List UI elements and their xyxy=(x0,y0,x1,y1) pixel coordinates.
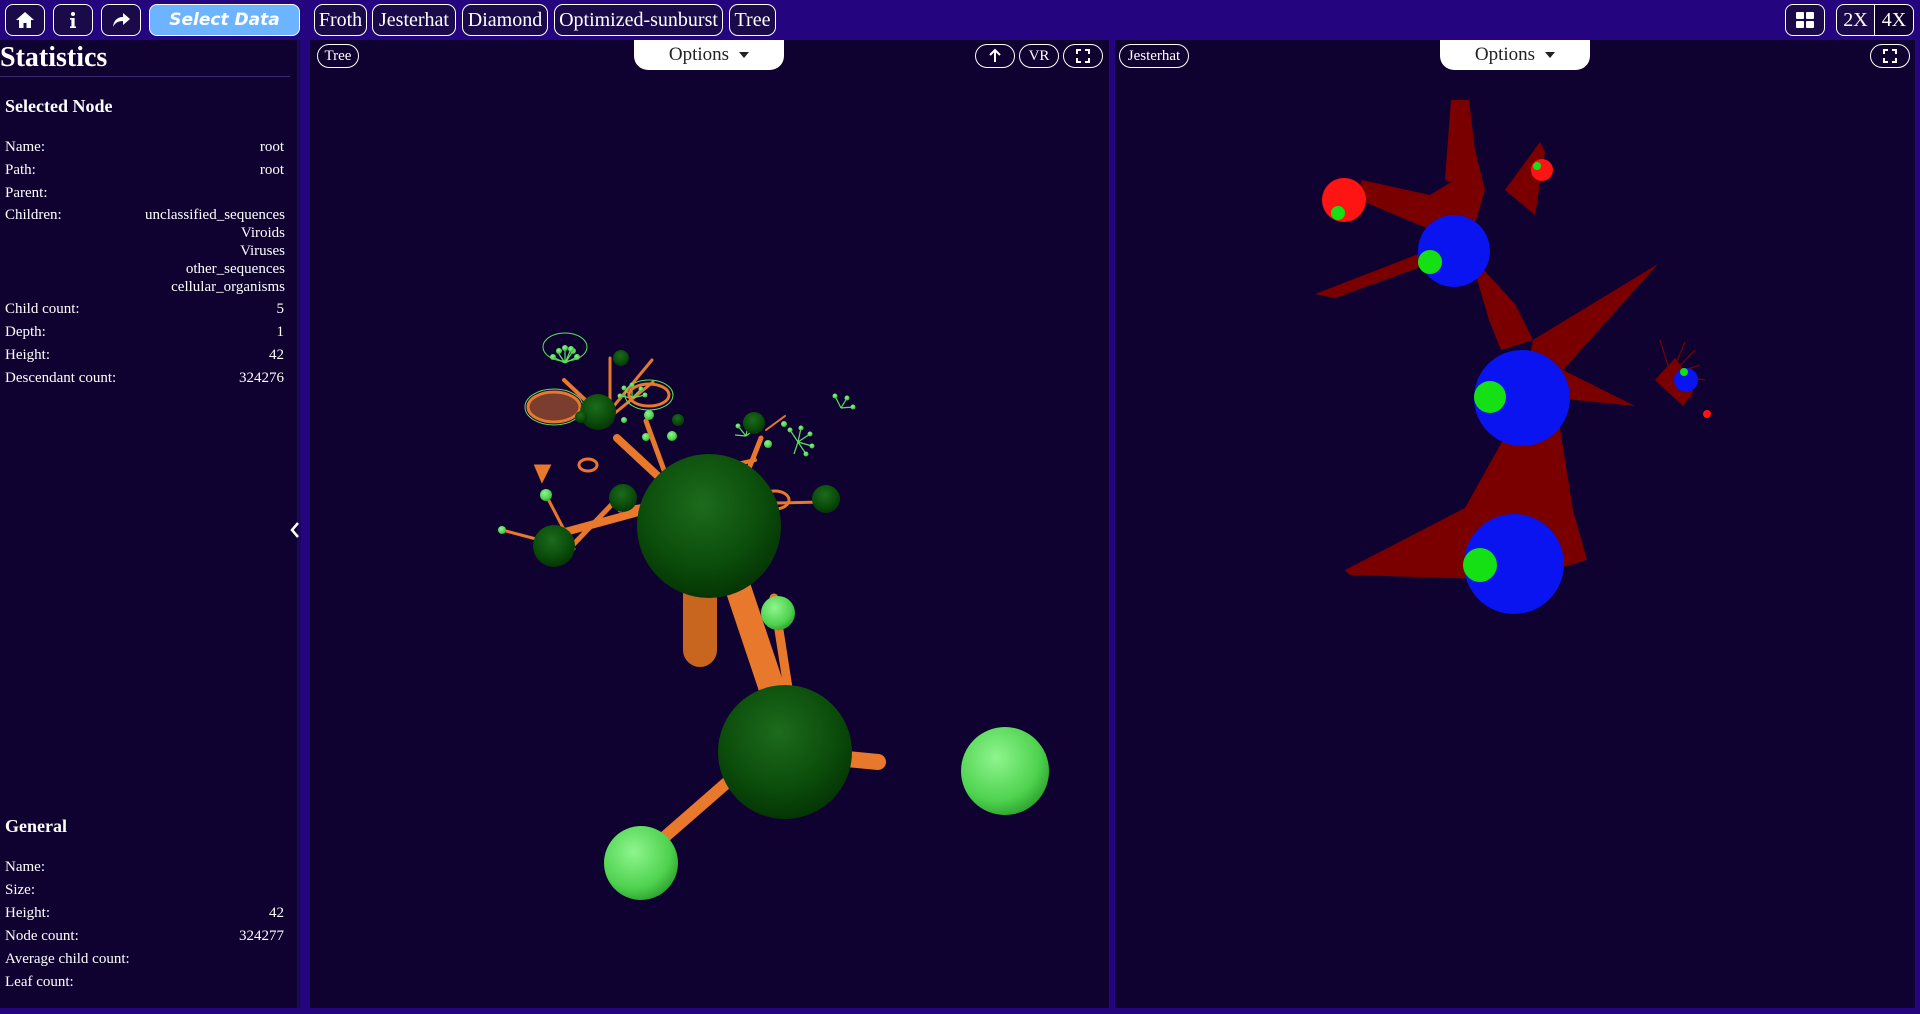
vr-button[interactable]: VR xyxy=(1019,44,1059,68)
options-dropdown[interactable]: Options xyxy=(634,40,784,70)
statistics-sidebar: Statistics Selected Node Name: root Path… xyxy=(0,40,301,1008)
info-button[interactable] xyxy=(53,4,93,36)
share-button[interactable] xyxy=(101,4,141,36)
field-value: 324277 xyxy=(239,928,284,944)
field-label: Name: xyxy=(5,139,45,155)
view-tree-button[interactable]: Tree xyxy=(729,4,776,36)
child-count-row: Child count: 5 xyxy=(5,300,284,318)
statistics-title: Statistics xyxy=(0,42,290,77)
field-value: 42 xyxy=(269,347,284,363)
zoom-4x-button[interactable]: 4X xyxy=(1874,4,1914,36)
child-item[interactable]: cellular_organisms xyxy=(145,278,285,296)
share-icon xyxy=(111,10,131,30)
child-item[interactable]: Viroids xyxy=(145,224,285,242)
tree-view-panel[interactable]: Tree Options VR xyxy=(310,40,1109,1008)
field-label: Path: xyxy=(5,162,36,178)
view-tag-jesterhat: Jesterhat xyxy=(1119,44,1189,68)
jesterhat-visualization[interactable] xyxy=(1115,40,1915,1008)
options-label: Options xyxy=(668,44,730,65)
field-value: 42 xyxy=(269,905,284,921)
caret-down-icon xyxy=(739,52,750,58)
view-optimized-sunburst-button[interactable]: Optimized-sunburst xyxy=(554,4,723,36)
field-label: Average child count: xyxy=(5,951,130,967)
field-label: Children: xyxy=(5,207,62,223)
field-label: Child count: xyxy=(5,301,80,317)
field-value: 324276 xyxy=(239,370,284,386)
general-size-row: Size: xyxy=(5,881,284,899)
arrow-up-icon xyxy=(987,48,1003,64)
depth-row: Depth: 1 xyxy=(5,323,284,341)
selected-path-row: Path: root xyxy=(5,161,284,179)
options-dropdown[interactable]: Options xyxy=(1440,40,1590,70)
view-tag-tree: Tree xyxy=(317,44,359,68)
child-item[interactable]: Viruses xyxy=(145,242,285,260)
options-label: Options xyxy=(1474,44,1536,65)
general-avg-child-row: Average child count: xyxy=(5,950,284,968)
grid-layout-icon xyxy=(1795,10,1815,30)
field-label: Leaf count: xyxy=(5,974,74,990)
general-heading: General xyxy=(5,816,67,836)
view-diamond-button[interactable]: Diamond xyxy=(462,4,548,36)
selected-name-row: Name: root xyxy=(5,138,284,156)
field-label: Name: xyxy=(5,859,45,875)
field-label: Parent: xyxy=(5,185,48,201)
caret-down-icon xyxy=(1545,52,1556,58)
fullscreen-icon xyxy=(1882,48,1898,64)
home-button[interactable] xyxy=(5,4,45,36)
child-item[interactable]: unclassified_sequences xyxy=(145,206,285,224)
selected-parent-row: Parent: xyxy=(5,184,284,202)
layout-grid-button[interactable] xyxy=(1785,4,1825,36)
descendant-count-row: Descendant count: 324276 xyxy=(5,369,284,387)
jesterhat-view-panel[interactable]: Jesterhat Options xyxy=(1115,40,1915,1008)
home-icon xyxy=(15,10,35,30)
view-froth-button[interactable]: Froth xyxy=(314,4,367,36)
field-value: 5 xyxy=(276,301,285,317)
field-value: root xyxy=(259,139,284,155)
info-icon xyxy=(63,10,83,30)
field-label: Node count: xyxy=(5,928,79,944)
field-label: Size: xyxy=(5,882,35,898)
fullscreen-button[interactable] xyxy=(1063,44,1103,68)
tree-visualization[interactable] xyxy=(310,40,1109,1008)
child-item[interactable]: other_sequences xyxy=(145,260,285,278)
field-label: Height: xyxy=(5,347,50,363)
field-label: Descendant count: xyxy=(5,370,117,386)
collapse-sidebar-button[interactable] xyxy=(284,515,306,545)
field-value: root xyxy=(259,162,284,178)
general-leaf-count-row: Leaf count: xyxy=(5,973,284,991)
field-label: Depth: xyxy=(5,324,46,340)
general-height-row: Height: 42 xyxy=(5,904,284,922)
top-toolbar: Select Data Froth Jesterhat Diamond Opti… xyxy=(0,0,1920,40)
navigate-up-button[interactable] xyxy=(975,44,1015,68)
selected-node-heading: Selected Node xyxy=(5,96,113,116)
field-value: 1 xyxy=(276,324,285,340)
general-node-count-row: Node count: 324277 xyxy=(5,927,284,945)
fullscreen-button[interactable] xyxy=(1870,44,1910,68)
view-jesterhat-button[interactable]: Jesterhat xyxy=(372,4,456,36)
zoom-2x-button[interactable]: 2X xyxy=(1836,4,1875,36)
chevron-left-icon xyxy=(289,521,301,539)
select-data-button[interactable]: Select Data xyxy=(149,4,300,36)
height-row: Height: 42 xyxy=(5,346,284,364)
field-label: Height: xyxy=(5,905,50,921)
fullscreen-icon xyxy=(1075,48,1091,64)
children-list: unclassified_sequences Viroids Viruses o… xyxy=(145,206,285,296)
general-name-row: Name: xyxy=(5,858,284,876)
